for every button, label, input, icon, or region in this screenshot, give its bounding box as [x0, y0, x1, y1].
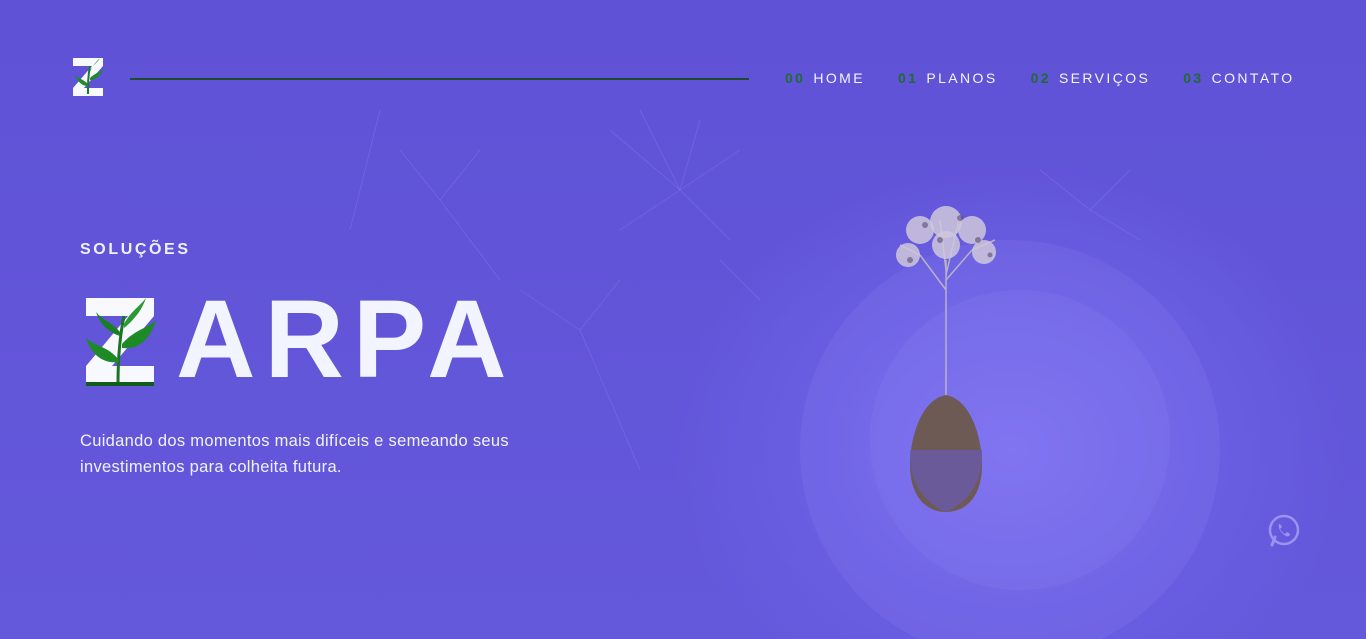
nav-label: CONTATO: [1211, 70, 1295, 86]
main-nav: 00 HOME 01 PLANOS 02 SERVIÇOS 03 CONTATO: [785, 70, 1295, 86]
hero-tagline: Cuidando dos momentos mais difíceis e se…: [80, 428, 580, 480]
nav-divider-line: [130, 78, 749, 80]
tree-seed-pod-illustration: [896, 206, 996, 512]
nav-item-servicos[interactable]: 02 SERVIÇOS: [1031, 70, 1151, 86]
tagline-line-2: investimentos para colheita futura.: [80, 458, 342, 476]
nav-item-planos[interactable]: 01 PLANOS: [898, 70, 998, 86]
nav-item-home[interactable]: 00 HOME: [785, 70, 865, 86]
brand-name: ARPA: [176, 278, 516, 401]
nav-number: 01: [897, 70, 919, 86]
nav-number: 03: [1183, 70, 1204, 86]
hero-brand: ARPA: [82, 278, 516, 401]
z-leaf-icon: [86, 298, 156, 386]
nav-label: SERVIÇOS: [1058, 70, 1151, 86]
tagline-line-1: Cuidando dos momentos mais difíceis e se…: [80, 432, 509, 450]
nav-item-contato[interactable]: 03 CONTATO: [1183, 70, 1294, 86]
nav-number: 02: [1030, 70, 1051, 86]
whatsapp-icon[interactable]: [1266, 513, 1302, 549]
nav-label: PLANOS: [926, 70, 998, 86]
nav-label: HOME: [813, 70, 865, 86]
nav-number: 00: [785, 70, 806, 86]
hero-kicker: SOLUÇÕES: [80, 241, 191, 258]
zarpa-logo-icon[interactable]: [70, 56, 106, 98]
